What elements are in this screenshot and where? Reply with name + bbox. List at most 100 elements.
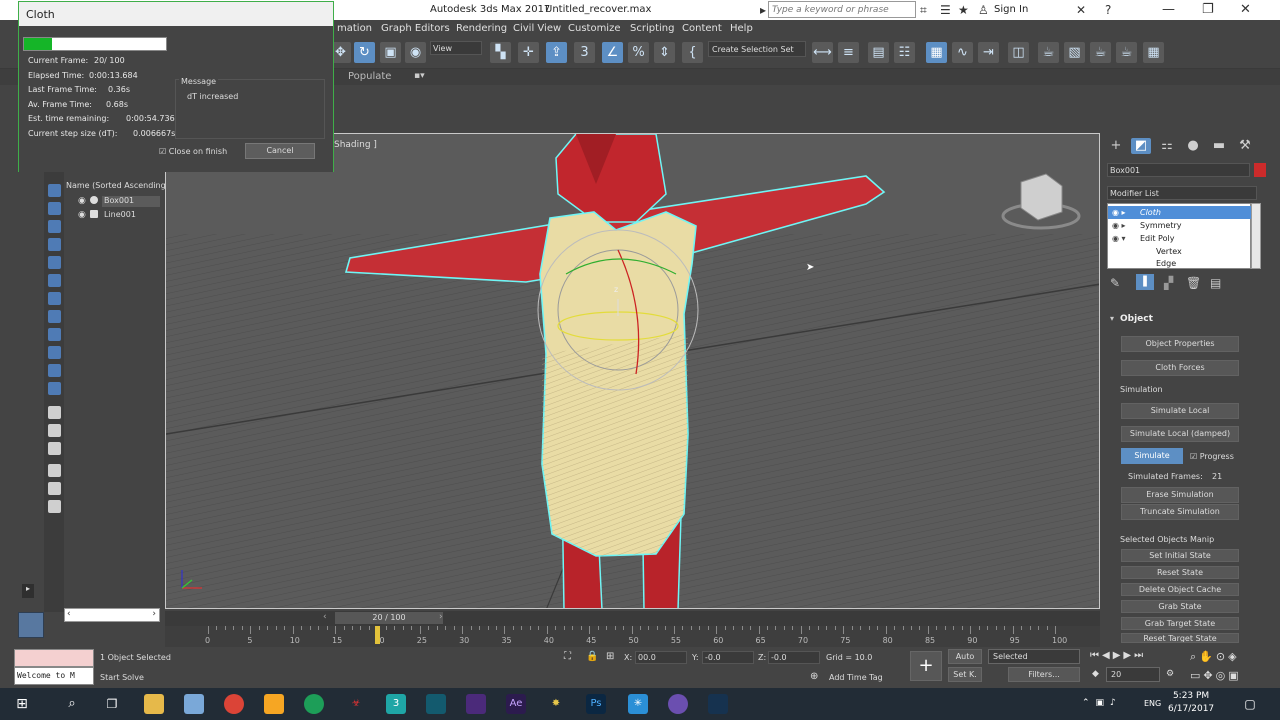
align-icon[interactable]: ≡ [838,42,859,63]
system-clock[interactable]: 5:23 PM 6/17/2017 [1168,690,1214,716]
remove-modifier-icon[interactable]: 🗑 [1186,276,1201,290]
close-icon[interactable]: ✕ [1240,2,1251,17]
after-effects-icon[interactable]: Ae [506,694,526,714]
maxscript-mini-icon[interactable] [18,612,44,638]
current-frame-marker[interactable] [375,626,381,644]
explorer-row-box001[interactable]: ◉ Box001 [64,195,160,208]
app-icon[interactable] [466,694,486,714]
3ds-max-icon[interactable]: 3 [386,694,406,714]
layer-icon[interactable] [48,500,61,513]
truncate-simulation-button[interactable]: Truncate Simulation [1121,504,1239,520]
tray-icons[interactable]: ⌃▣♪ [1082,698,1122,708]
grab-target-state-button[interactable]: Grab Target State [1121,617,1239,630]
rendered-frame-icon[interactable]: ▧ [1064,42,1085,63]
scroll-right-icon[interactable]: › [152,609,156,619]
containers-filter-icon[interactable] [48,364,61,377]
time-slider[interactable]: 20 / 100 [335,612,443,624]
maxscript-listener-input[interactable]: Welcome to M [14,667,94,685]
language-indicator[interactable]: ENG [1144,699,1161,708]
ribbon-toggle-icon[interactable]: ▪▾ [414,71,425,81]
angle-snap-icon[interactable]: ∠ [602,42,623,63]
spacewarps-filter-icon[interactable] [48,292,61,305]
set-initial-state-button[interactable]: Set Initial State [1121,549,1239,562]
exchange-icon[interactable]: ✕ [1076,3,1086,17]
cancel-button[interactable]: Cancel [245,143,315,159]
visibility-eye-icon[interactable]: ◉ [78,210,86,220]
show-end-result-icon[interactable]: ❚ [1136,274,1154,290]
rollout-collapse-icon[interactable]: ▾ [1110,314,1114,323]
app-icon[interactable] [304,694,324,714]
select-icon[interactable] [48,184,61,197]
object-name-field[interactable]: Box001 [1107,163,1250,177]
minimize-icon[interactable]: — [1162,2,1175,17]
stack-item-symmetry[interactable]: ◉ ▸ Symmetry [1108,219,1252,232]
menu-rendering[interactable]: Rendering [456,23,507,34]
scroll-left-icon[interactable]: ‹ [67,609,71,619]
object-color-swatch[interactable] [1254,163,1266,177]
material-editor-icon[interactable]: ◫ [1008,42,1029,63]
app-icon[interactable]: ☣ [346,694,366,714]
lights-filter-icon[interactable] [48,238,61,251]
app-icon[interactable] [264,694,284,714]
shapes-filter-icon[interactable] [48,220,61,233]
expand-arrow-icon[interactable]: ▸ [22,584,34,598]
use-pivot-icon[interactable]: ▚ [490,42,511,63]
hierarchy-tab-icon[interactable]: ⚏ [1157,138,1177,154]
menu-graph-editors[interactable]: Graph Editors [381,23,450,34]
grab-state-button[interactable]: Grab State [1121,600,1239,613]
search-input[interactable]: Type a keyword or phrase [768,1,916,18]
menu-help[interactable]: Help [730,23,753,34]
filter-icon[interactable] [48,482,61,495]
scale-icon[interactable]: ▣ [380,42,401,63]
menu-customize[interactable]: Customize [568,23,621,34]
chrome-icon[interactable] [224,694,244,714]
layer-explorer-icon[interactable]: ☷ [894,42,915,63]
maximize-icon[interactable]: ❐ [1202,2,1214,17]
notifications-icon[interactable]: ▢ [1240,694,1260,714]
cloth-forces-button[interactable]: Cloth Forces [1121,360,1239,376]
percent-snap-icon[interactable]: % [628,42,649,63]
motion-tab-icon[interactable]: ● [1183,138,1203,154]
prev-frame-icon[interactable]: ‹ [323,612,327,622]
selection-set-dropdown[interactable]: Create Selection Set [708,41,806,57]
display-tab-icon[interactable]: ▬ [1209,138,1229,154]
modifier-list-dropdown[interactable]: Modifier List [1107,186,1257,200]
render-iterative-icon[interactable]: ☕ [1116,42,1137,63]
maxscript-listener-output[interactable] [14,649,94,667]
stack-scrollbar[interactable] [1251,203,1261,269]
add-time-tag[interactable]: Add Time Tag [829,673,883,682]
object-properties-button[interactable]: Object Properties [1121,336,1239,352]
modify-tab-icon[interactable]: ◩ [1131,138,1151,154]
app-icon[interactable] [426,694,446,714]
isolate-selection-icon[interactable]: ⛶ [564,651,571,662]
render-production-icon[interactable]: ☕ [1090,42,1111,63]
explorer-row-line001[interactable]: ◉ Line001 [64,209,160,222]
perspective-viewport[interactable]: z Shading ] ➤ [165,133,1100,609]
time-config-icon[interactable]: ⚙ [1166,669,1174,679]
ribbon-toggle-icon[interactable]: ▦ [926,42,947,63]
playback-controls-icon[interactable]: ⏮◀▶▶⏭ [1090,650,1146,661]
menu-civil-view[interactable]: Civil View [513,23,561,34]
star-icon[interactable]: ★ [958,3,969,17]
checkbox-checked-icon[interactable]: ☑ [1190,452,1197,461]
current-frame-field[interactable]: 20 [1106,667,1160,682]
create-tab-icon[interactable]: + [1106,138,1126,154]
visibility-eye-icon[interactable]: ◉ [78,196,86,206]
snaps-toggle-icon[interactable]: 3 [574,42,595,63]
absolute-mode-icon[interactable]: ⊞ [606,651,614,662]
app-icon[interactable] [668,694,688,714]
app-icon[interactable] [184,694,204,714]
user-icon[interactable]: ♙ [978,3,989,17]
track-bar[interactable]: 0510152025303540455055606570758085909510… [165,626,1100,647]
select-manipulate-icon[interactable]: ✛ [518,42,539,63]
xrefs-filter-icon[interactable] [48,328,61,341]
invert-icon[interactable] [48,442,61,455]
make-unique-icon[interactable]: ▞ [1164,276,1173,290]
app-icon[interactable]: ✸ [546,694,566,714]
x-coordinate-field[interactable]: 00.0 [635,651,687,664]
key-mode-icon[interactable]: ◆ [1092,669,1099,679]
geometry-filter-icon[interactable] [48,202,61,215]
sort-header[interactable]: Name (Sorted Ascending [66,181,166,190]
curve-editor-icon[interactable]: ∿ [952,42,973,63]
object-rollout-title[interactable]: Object [1120,314,1153,324]
